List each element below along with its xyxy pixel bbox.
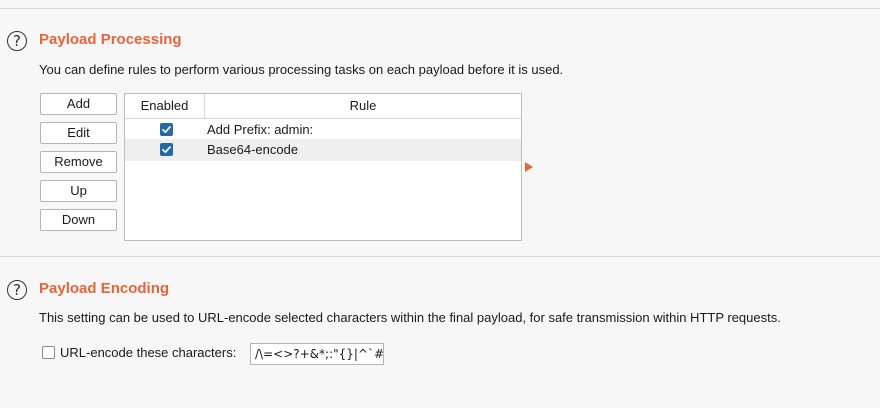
- enabled-checkbox[interactable]: [160, 143, 173, 156]
- rule-text: Add Prefix: admin:: [207, 122, 314, 137]
- section-divider: [0, 256, 880, 257]
- url-encode-checkbox[interactable]: [42, 346, 55, 359]
- expand-arrow-icon[interactable]: [525, 162, 533, 172]
- top-divider: [0, 8, 880, 9]
- checkmark-icon: [162, 146, 171, 154]
- table-row[interactable]: Base64-encode: [125, 139, 521, 161]
- processing-rules-table: Enabled Rule Add Prefix: admin: Base64-e…: [124, 93, 522, 241]
- table-header: Enabled Rule: [125, 94, 521, 119]
- table-row[interactable]: Add Prefix: admin:: [125, 119, 521, 141]
- add-button[interactable]: Add: [40, 93, 117, 115]
- edit-button[interactable]: Edit: [40, 122, 117, 144]
- help-icon[interactable]: ?: [7, 31, 27, 51]
- section-title-processing: Payload Processing: [39, 31, 182, 48]
- processing-description: You can define rules to perform various …: [39, 62, 564, 77]
- help-icon[interactable]: ?: [7, 280, 27, 300]
- remove-button[interactable]: Remove: [40, 151, 117, 173]
- column-header-enabled[interactable]: Enabled: [125, 94, 205, 118]
- enabled-checkbox[interactable]: [160, 123, 173, 136]
- up-button[interactable]: Up: [40, 180, 117, 202]
- intruder-payload-settings: ? Payload Processing You can define rule…: [0, 0, 880, 408]
- encoding-description: This setting can be used to URL-encode s…: [39, 310, 781, 325]
- url-encode-characters-field[interactable]: /\=<>?+&*;:"{}|^`#: [250, 343, 384, 365]
- down-button[interactable]: Down: [40, 209, 117, 231]
- checkmark-icon: [162, 126, 171, 134]
- section-title-encoding: Payload Encoding: [39, 280, 170, 297]
- url-encode-label[interactable]: URL-encode these characters:: [60, 344, 236, 362]
- rule-text: Base64-encode: [207, 142, 299, 157]
- column-header-rule[interactable]: Rule: [205, 94, 521, 118]
